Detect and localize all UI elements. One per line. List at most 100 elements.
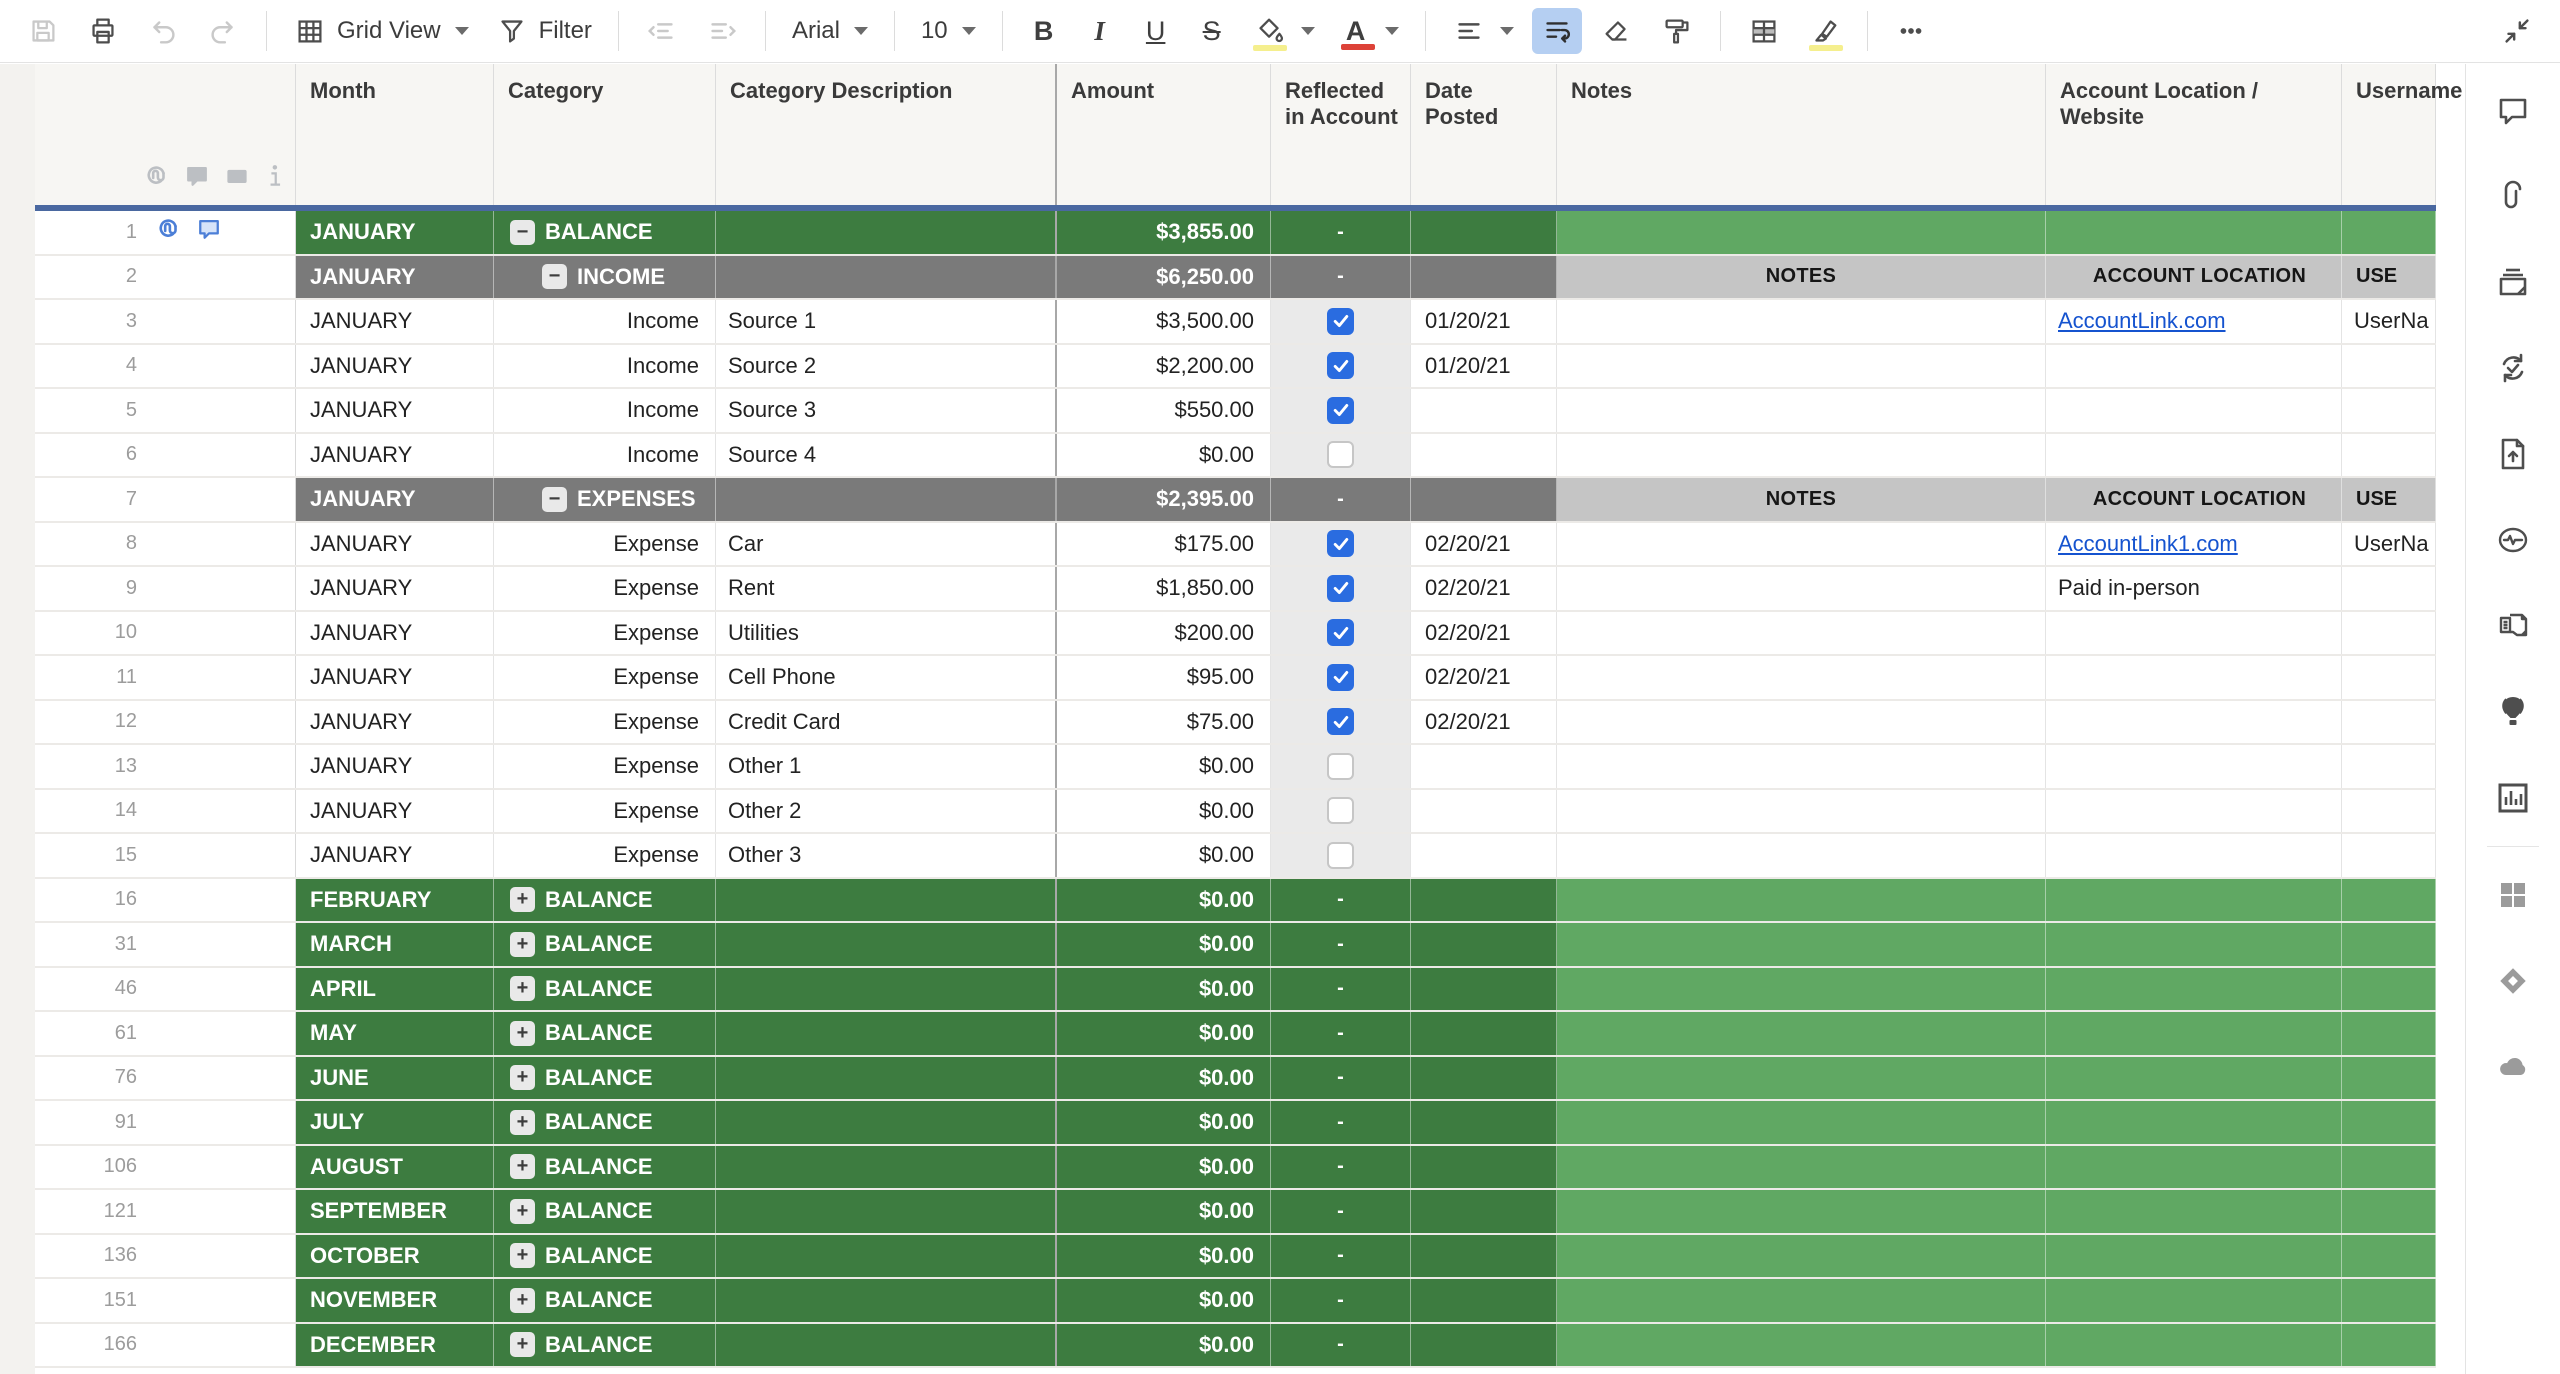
cell-date[interactable] <box>1411 256 1557 299</box>
cell-notes[interactable] <box>1557 834 2046 877</box>
cell-amount[interactable]: $0.00 <box>1057 1012 1271 1055</box>
row-number[interactable]: 7 <box>35 478 296 521</box>
cell-month[interactable]: JANUARY <box>296 612 494 655</box>
row-number[interactable]: 10 <box>35 612 296 655</box>
cell-description[interactable]: Car <box>716 523 1057 566</box>
cell-description[interactable]: Other 2 <box>716 790 1057 833</box>
cell-category[interactable]: Income <box>494 345 716 388</box>
cell-account[interactable] <box>2046 389 2342 432</box>
font-family-select[interactable]: Arial <box>784 11 876 51</box>
cell-username[interactable] <box>2342 389 2436 432</box>
row-number[interactable]: 14 <box>35 790 296 833</box>
cell-username[interactable] <box>2342 790 2436 833</box>
brand-diamond-icon[interactable] <box>2493 961 2533 1001</box>
cell-date[interactable] <box>1411 478 1557 521</box>
expand-row-button[interactable]: + <box>510 1021 535 1046</box>
cell-category[interactable]: −INCOME <box>494 256 716 299</box>
row-number[interactable]: 61 <box>35 1012 296 1055</box>
expand-row-button[interactable]: + <box>510 1243 535 1268</box>
cell-category[interactable]: +BALANCE <box>494 1146 716 1189</box>
cell-date[interactable] <box>1411 745 1557 788</box>
row-number[interactable]: 9 <box>35 567 296 610</box>
cell-account[interactable] <box>2046 1235 2342 1278</box>
cloud-icon[interactable] <box>2493 1047 2533 1087</box>
cell-description[interactable] <box>716 256 1057 299</box>
cell-notes[interactable] <box>1557 1324 2046 1367</box>
cell-amount[interactable]: $1,850.00 <box>1057 567 1271 610</box>
cell-reflected[interactable]: - <box>1271 1324 1411 1367</box>
cell-account[interactable] <box>2046 1101 2342 1144</box>
cell-username[interactable] <box>2342 1279 2436 1322</box>
cell-date[interactable] <box>1411 1235 1557 1278</box>
expand-row-button[interactable]: + <box>510 1154 535 1179</box>
cell-amount[interactable]: $550.00 <box>1057 389 1271 432</box>
font-size-select[interactable]: 10 <box>913 11 984 51</box>
cell-amount[interactable]: $0.00 <box>1057 1101 1271 1144</box>
cell-account[interactable] <box>2046 1190 2342 1233</box>
format-painter-button[interactable] <box>1652 8 1702 54</box>
italic-button[interactable]: I <box>1077 10 1123 53</box>
cell-account[interactable] <box>2046 1012 2342 1055</box>
cell-description[interactable] <box>716 1101 1057 1144</box>
expand-row-button[interactable]: + <box>510 1288 535 1313</box>
cell-amount[interactable]: $0.00 <box>1057 879 1271 922</box>
cell-date[interactable] <box>1411 834 1557 877</box>
cell-month[interactable]: FEBRUARY <box>296 879 494 922</box>
cell-reflected[interactable] <box>1271 567 1411 610</box>
cell-username[interactable]: UserNa <box>2342 523 2436 566</box>
cell-reflected[interactable]: - <box>1271 968 1411 1011</box>
cell-amount[interactable]: $0.00 <box>1057 745 1271 788</box>
cell-month[interactable]: APRIL <box>296 968 494 1011</box>
cell-account[interactable] <box>2046 211 2342 254</box>
sheet-summary-icon[interactable] <box>2493 262 2533 302</box>
cell-amount[interactable]: $95.00 <box>1057 656 1271 699</box>
cell-account[interactable] <box>2046 1057 2342 1100</box>
column-header-month[interactable]: Month <box>296 64 494 205</box>
cell-description[interactable]: Source 4 <box>716 434 1057 477</box>
cell-reflected[interactable]: - <box>1271 1235 1411 1278</box>
row-number[interactable]: 106 <box>35 1146 296 1189</box>
reflected-checkbox[interactable] <box>1327 352 1354 379</box>
cell-username[interactable] <box>2342 968 2436 1011</box>
cell-notes[interactable] <box>1557 211 2046 254</box>
cell-date[interactable] <box>1411 211 1557 254</box>
highlight-changes-button[interactable] <box>1799 8 1849 54</box>
row-number[interactable]: 8 <box>35 523 296 566</box>
cell-month[interactable]: OCTOBER <box>296 1235 494 1278</box>
cell-notes[interactable] <box>1557 1279 2046 1322</box>
expand-row-button[interactable]: + <box>510 887 535 912</box>
cell-reflected[interactable]: - <box>1271 1146 1411 1189</box>
cell-category[interactable]: +BALANCE <box>494 879 716 922</box>
cell-category[interactable]: Expense <box>494 523 716 566</box>
filter-button[interactable]: Filter <box>487 8 600 54</box>
cell-username[interactable] <box>2342 1190 2436 1233</box>
cell-amount[interactable]: $2,200.00 <box>1057 345 1271 388</box>
cell-reflected[interactable] <box>1271 745 1411 788</box>
account-link[interactable]: AccountLink.com <box>2058 308 2226 334</box>
underline-button[interactable]: U <box>1133 10 1179 53</box>
row-number[interactable]: 2 <box>35 256 296 299</box>
cell-description[interactable]: Credit Card <box>716 701 1057 744</box>
cell-category[interactable]: +BALANCE <box>494 1190 716 1233</box>
cell-amount[interactable]: $0.00 <box>1057 1146 1271 1189</box>
cell-reflected[interactable] <box>1271 834 1411 877</box>
cell-username[interactable]: USE <box>2342 256 2436 299</box>
cell-account[interactable] <box>2046 745 2342 788</box>
cell-amount[interactable]: $0.00 <box>1057 1279 1271 1322</box>
cell-account[interactable] <box>2046 1279 2342 1322</box>
cell-description[interactable] <box>716 1146 1057 1189</box>
cell-notes[interactable]: NOTES <box>1557 256 2046 299</box>
cell-account[interactable] <box>2046 1324 2342 1367</box>
cell-username[interactable] <box>2342 567 2436 610</box>
cell-category[interactable]: Expense <box>494 745 716 788</box>
cell-description[interactable] <box>716 1012 1057 1055</box>
row-number[interactable]: 16 <box>35 879 296 922</box>
collapse-row-button[interactable]: − <box>542 264 567 289</box>
row-number[interactable]: 4 <box>35 345 296 388</box>
apps-grid-icon[interactable] <box>2493 875 2533 915</box>
cell-category[interactable]: Expense <box>494 790 716 833</box>
collapse-toolbar-button[interactable] <box>2492 8 2542 54</box>
activity-log-icon[interactable] <box>2493 520 2533 560</box>
clear-formatting-button[interactable] <box>1592 8 1642 54</box>
cell-description[interactable] <box>716 1057 1057 1100</box>
